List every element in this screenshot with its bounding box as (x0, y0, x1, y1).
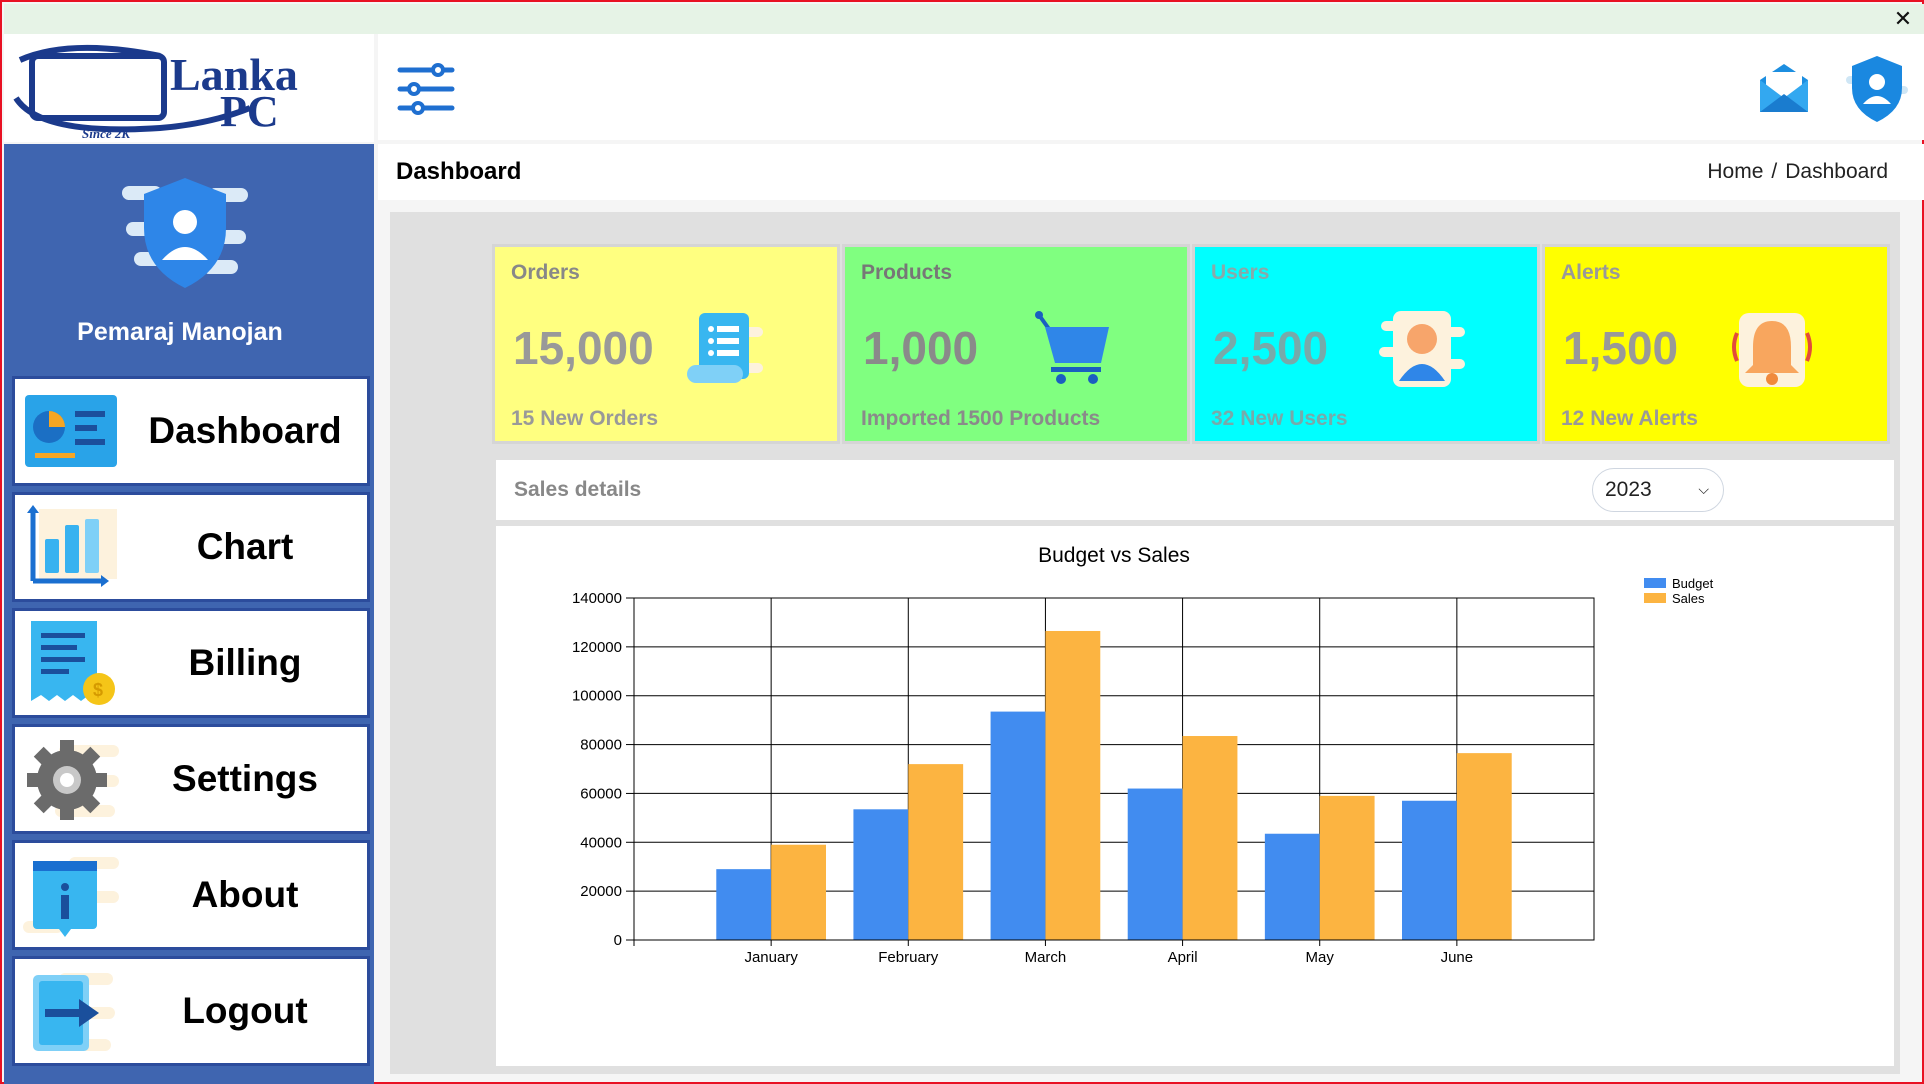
logo-tagline: Since 2K (82, 126, 131, 141)
y-tick-label: 60000 (580, 785, 622, 802)
chart-panel: Budget vs Sales 0 20000 40000 60000 80000 1000… (496, 526, 1894, 1066)
page-header: Dashboard Home / Dashboard (378, 144, 1924, 200)
bar-sales-april (1182, 736, 1238, 940)
card-title: Alerts (1561, 261, 1621, 284)
brand-text-2: PC (220, 87, 279, 136)
breadcrumb-home-link[interactable]: Home (1707, 160, 1763, 183)
sidebar-item-label: Logout (182, 990, 308, 1031)
billing-icon: $ (31, 621, 115, 705)
title-bar: ✕ (4, 4, 1924, 34)
card-value: 1,000 (863, 322, 979, 374)
dashboard-icon (25, 395, 117, 467)
y-tick-label: 140000 (572, 590, 622, 607)
y-tick-label: 120000 (572, 639, 622, 656)
bell-icon (1732, 313, 1812, 387)
card-title: Products (861, 261, 953, 284)
y-tick-label: 20000 (580, 883, 622, 900)
sidebar-item-label: About (191, 874, 299, 915)
y-tick-label: 100000 (572, 688, 622, 705)
orders-card[interactable]: Orders 15,000 15 New Orders (492, 244, 840, 444)
bar-sales-may (1319, 795, 1375, 940)
card-value: 1,500 (1563, 322, 1679, 374)
bar-budget-february (853, 809, 909, 940)
bar-sales-march (1045, 630, 1101, 940)
chart-icon (27, 505, 117, 587)
card-title: Users (1211, 261, 1270, 284)
breadcrumb-current: Dashboard (1785, 160, 1888, 183)
x-tick-label: February (878, 949, 939, 966)
sidebar-item-about[interactable]: About (12, 840, 370, 950)
gear-icon (27, 740, 119, 820)
main-content: Orders 15,000 15 New Orders Products 1,0… (390, 212, 1900, 1074)
sales-details-bar: Sales details 2023 ⌵ (496, 460, 1894, 520)
app-window: ✕ Lanka PC Since 2K Pemaraj Manojan Dash… (0, 0, 1924, 1084)
lanka-pc-logo: Lanka PC Since 2K (13, 44, 298, 141)
bar-sales-january (771, 844, 826, 940)
sidebar-item-chart[interactable]: Chart (12, 492, 370, 602)
legend-label-budget: Budget (1672, 576, 1714, 591)
bar-budget-january (716, 869, 772, 940)
receipt-icon (687, 313, 763, 383)
sales-details-label: Sales details (514, 478, 642, 501)
sliders-menu-icon[interactable] (396, 62, 456, 116)
y-tick-label: 0 (614, 932, 622, 949)
breadcrumb-separator: / (1771, 160, 1778, 183)
card-subtitle: 15 New Orders (511, 407, 659, 430)
sidebar-item-dashboard[interactable]: Dashboard (12, 376, 370, 486)
alerts-card[interactable]: Alerts 1,500 12 New Alerts (1542, 244, 1890, 444)
card-value: 2,500 (1213, 322, 1329, 374)
logout-icon (33, 973, 115, 1051)
legend-swatch-sales (1644, 593, 1666, 603)
year-select[interactable]: 2023 ⌵ (1592, 468, 1724, 512)
card-value: 15,000 (513, 322, 654, 374)
svg-text:$: $ (93, 680, 103, 700)
legend-swatch-budget (1644, 578, 1666, 588)
products-card[interactable]: Products 1,000 Imported 1500 Products (842, 244, 1190, 444)
x-tick-label: April (1168, 949, 1198, 966)
y-tick-label: 40000 (580, 834, 622, 851)
x-tick-label: January (744, 949, 798, 966)
logo: Lanka PC Since 2K (4, 34, 374, 142)
cart-icon (1035, 311, 1109, 384)
profile-section: Pemaraj Manojan (4, 144, 374, 376)
bar-budget-may (1264, 833, 1320, 940)
sidebar-item-billing[interactable]: $ Billing (12, 608, 370, 718)
sidebar: Pemaraj Manojan Dashboard Chart $ Billin… (4, 144, 374, 1084)
sidebar-item-label: Dashboard (148, 410, 342, 451)
chevron-down-icon: ⌵ (1698, 481, 1709, 497)
card-subtitle: 32 New Users (1211, 407, 1348, 430)
card-subtitle: 12 New Alerts (1561, 407, 1698, 430)
top-bar (378, 34, 1924, 140)
bar-budget-march (990, 711, 1046, 940)
users-card[interactable]: Users 2,500 32 New Users (1192, 244, 1540, 444)
x-tick-label: June (1441, 949, 1474, 966)
profile-name: Pemaraj Manojan (77, 318, 283, 346)
sidebar-item-settings[interactable]: Settings (12, 724, 370, 834)
sidebar-item-label: Billing (188, 642, 302, 683)
mail-icon[interactable] (1754, 58, 1814, 118)
user-shield-icon (122, 178, 248, 288)
page-title: Dashboard (396, 158, 522, 185)
bar-budget-april (1127, 788, 1183, 940)
bar-budget-june (1402, 800, 1457, 940)
bar-sales-february (908, 764, 964, 940)
bar-sales-june (1456, 753, 1512, 940)
x-tick-label: May (1306, 949, 1335, 966)
close-button[interactable]: ✕ (1890, 6, 1916, 32)
legend-label-sales: Sales (1672, 591, 1705, 606)
sidebar-item-label: Chart (196, 526, 294, 567)
sidebar-item-label: Settings (172, 758, 318, 799)
budget-vs-sales-chart: Budget vs Sales 0 20000 40000 60000 80000 1000… (572, 544, 1714, 966)
y-tick-label: 80000 (580, 737, 622, 754)
x-tick-label: March (1025, 949, 1067, 966)
user-shield-icon[interactable] (1844, 52, 1910, 124)
info-icon (23, 857, 119, 937)
card-title: Orders (511, 261, 580, 284)
card-subtitle: Imported 1500 Products (861, 407, 1101, 430)
user-icon (1379, 311, 1465, 387)
sidebar-item-logout[interactable]: Logout (12, 956, 370, 1066)
year-select-value: 2023 (1605, 478, 1652, 501)
breadcrumb: Home / Dashboard (1707, 160, 1888, 184)
chart-title: Budget vs Sales (1038, 544, 1190, 567)
